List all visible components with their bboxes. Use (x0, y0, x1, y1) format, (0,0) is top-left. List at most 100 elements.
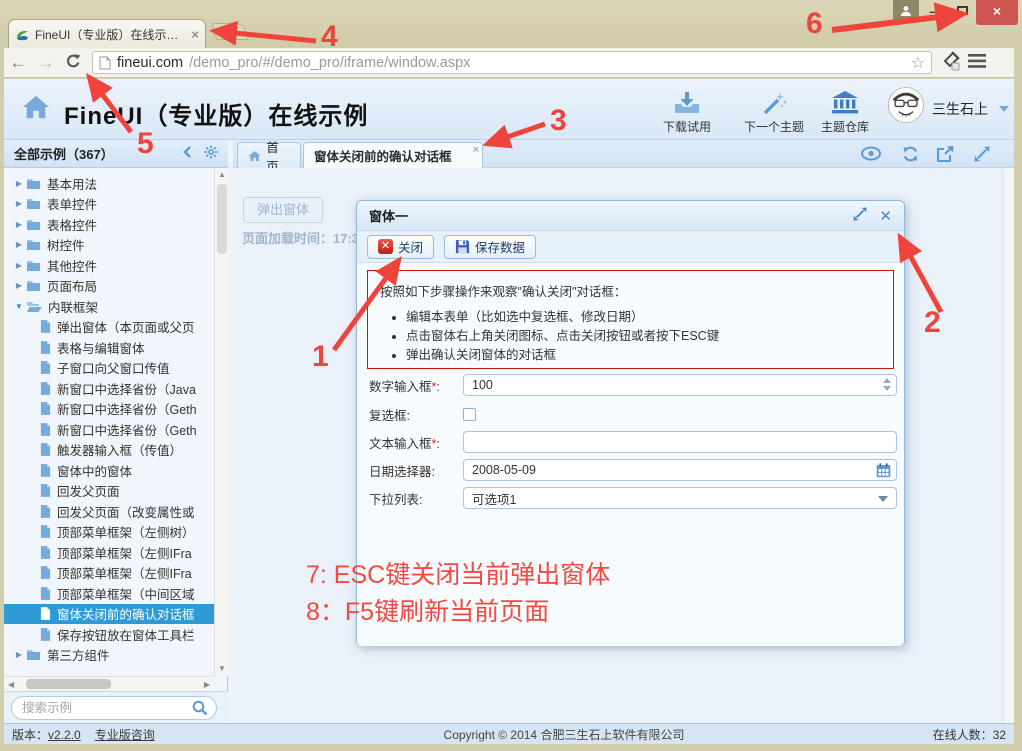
minimize-button[interactable]: — (925, 4, 947, 20)
popup-window-button[interactable]: 弹出窗体 (243, 197, 323, 223)
expand-arrow-icon[interactable]: ▶ (12, 281, 26, 290)
tree-horizontal-scrollbar[interactable]: ◀ ▶ (4, 676, 214, 691)
expand-arrow-icon[interactable]: ▶ (12, 261, 26, 270)
tree-item[interactable]: 顶部菜单框架（左侧树） (4, 522, 214, 543)
avatar[interactable] (887, 86, 925, 124)
folder-icon (26, 259, 41, 272)
tree-item-label: 弹出窗体（本页面或父页 (57, 317, 195, 336)
dialog-close-icon[interactable]: ✕ (879, 207, 892, 225)
reload-button[interactable] (60, 53, 86, 73)
checkbox[interactable] (463, 408, 476, 421)
tree-item-label: 窗体中的窗体 (57, 461, 132, 480)
tree-item[interactable]: 子窗口向父窗口传值 (4, 358, 214, 379)
tree-item[interactable]: ▶表格控件 (4, 214, 214, 235)
tree-item[interactable]: 窗体中的窗体 (4, 460, 214, 481)
username[interactable]: 三生石上 (932, 99, 988, 119)
tree-item[interactable]: 窗体关闭前的确认对话框 (4, 604, 214, 625)
address-bar[interactable]: fineui.com/demo_pro/#/demo_pro/iframe/wi… (92, 51, 932, 74)
tree-item[interactable]: 触发器输入框（传值） (4, 440, 214, 461)
text-input[interactable] (463, 431, 897, 453)
tree-item[interactable]: 新窗口中选择省份（Geth (4, 399, 214, 420)
spin-down-icon[interactable] (883, 386, 891, 391)
browser-menu-icon[interactable] (968, 54, 986, 71)
tree-item[interactable]: 回发父页面 (4, 481, 214, 502)
tree-item[interactable]: 顶部菜单框架（左侧IFra (4, 563, 214, 584)
scroll-right-icon[interactable]: ▶ (204, 680, 210, 689)
gear-icon[interactable] (204, 145, 218, 162)
tab-home[interactable]: 首页 (237, 142, 301, 168)
fullscreen-icon[interactable] (974, 146, 990, 165)
spinner-icons[interactable] (883, 378, 891, 391)
forward-button[interactable]: → (32, 53, 60, 73)
scroll-left-icon[interactable]: ◀ (8, 680, 14, 689)
tree-item[interactable]: ▶基本用法 (4, 173, 214, 194)
save-data-button[interactable]: 保存数据 (444, 235, 536, 259)
search-icon[interactable] (192, 700, 208, 719)
date-picker[interactable]: 2008-05-09 (463, 459, 897, 481)
eye-icon[interactable] (861, 146, 881, 164)
tree-vertical-scrollbar[interactable]: ▲ ▼ (214, 168, 228, 676)
tree-item-label: 树控件 (47, 235, 85, 254)
expand-arrow-icon[interactable]: ▶ (12, 179, 26, 188)
collapse-arrow-icon[interactable]: ▼ (12, 302, 26, 311)
maximize-button[interactable] (951, 2, 973, 20)
theme-store-button[interactable]: 主题仓库 (810, 89, 880, 135)
window-close-button[interactable]: × (976, 0, 1018, 25)
horizontal-scroll-thumb[interactable] (26, 679, 111, 689)
user-menu-caret-icon[interactable] (999, 106, 1009, 112)
expand-arrow-icon[interactable]: ▶ (12, 650, 26, 659)
scroll-up-icon[interactable]: ▲ (215, 168, 229, 182)
version-link[interactable]: v2.2.0 (48, 728, 81, 742)
tree-item[interactable]: ▼内联框架 (4, 296, 214, 317)
tab-active[interactable]: 窗体关闭前的确认对话框 × (303, 142, 483, 168)
tree-item[interactable]: 保存按钮放在窗体工具栏 (4, 624, 214, 645)
search-input[interactable] (11, 696, 217, 720)
close-button[interactable]: ✕ 关闭 (367, 235, 434, 259)
back-button[interactable]: ← (4, 53, 32, 73)
profile-button[interactable] (893, 0, 919, 21)
vertical-scroll-thumb[interactable] (217, 184, 227, 254)
open-external-icon[interactable] (937, 146, 954, 165)
tree-item[interactable]: 回发父页面（改变属性或 (4, 501, 214, 522)
page-scrollbar[interactable] (1003, 168, 1014, 723)
tree-item[interactable]: 顶部菜单框架（左侧IFra (4, 542, 214, 563)
dialog-maximize-icon[interactable] (853, 207, 867, 224)
tree-item[interactable]: 弹出窗体（本页面或父页 (4, 317, 214, 338)
consult-link[interactable]: 专业版咨询 (95, 726, 155, 743)
refresh-icon[interactable] (902, 146, 919, 165)
collapse-panel-icon[interactable] (183, 146, 192, 161)
tree-item[interactable]: ▶其他控件 (4, 255, 214, 276)
dropper-extension-icon[interactable] (940, 51, 960, 74)
download-trial-button[interactable]: 下载试用 (652, 89, 722, 135)
tree-item[interactable]: 新窗口中选择省份（Geth (4, 419, 214, 440)
tree-item[interactable]: 新窗口中选择省份（Java (4, 378, 214, 399)
tree-item[interactable]: 表格与编辑窗体 (4, 337, 214, 358)
tree-item[interactable]: 顶部菜单框架（中间区域 (4, 583, 214, 604)
bookmark-star-icon[interactable]: ☆ (911, 53, 925, 73)
folder-icon (26, 279, 41, 292)
expand-arrow-icon[interactable]: ▶ (12, 240, 26, 249)
favicon-icon (15, 27, 30, 42)
calendar-icon[interactable] (876, 463, 891, 481)
examples-panel-title: 全部示例（367） (14, 144, 183, 163)
tree-item[interactable]: ▶ 树控件 (4, 235, 214, 256)
expand-arrow-icon[interactable]: ▶ (12, 220, 26, 229)
tab-close-icon[interactable]: × (473, 144, 479, 156)
floppy-icon (455, 239, 470, 254)
dropdown-select[interactable]: 可选项1 (463, 487, 897, 509)
home-icon[interactable] (21, 94, 51, 123)
tree-item[interactable]: ▶表单控件 (4, 194, 214, 215)
tree-item[interactable]: ▶第三方组件 (4, 645, 214, 666)
dropdown-caret-icon[interactable] (878, 496, 888, 502)
next-theme-button[interactable]: 下一个主题 (734, 89, 814, 135)
tab-close-icon[interactable]: × (191, 27, 199, 42)
dialog-titlebar[interactable]: 窗体一 ✕ (357, 201, 904, 231)
scroll-down-icon[interactable]: ▼ (215, 662, 229, 676)
new-tab-button[interactable] (211, 23, 249, 40)
browser-tab[interactable]: FineUI（专业版）在线示… × (8, 19, 206, 48)
spin-up-icon[interactable] (883, 378, 891, 383)
number-input[interactable]: 100 (463, 374, 897, 396)
close-red-x-icon: ✕ (378, 239, 393, 254)
expand-arrow-icon[interactable]: ▶ (12, 199, 26, 208)
tree-item[interactable]: ▶页面布局 (4, 276, 214, 297)
